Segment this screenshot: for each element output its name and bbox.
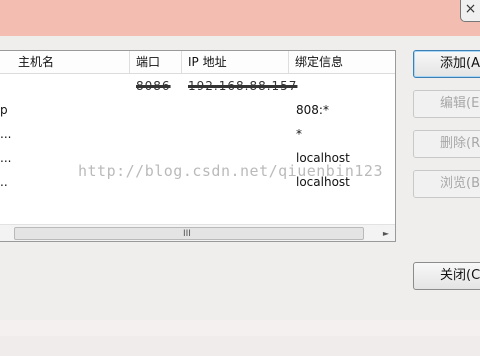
row-binding: 808:* (296, 103, 329, 117)
scroll-right-icon[interactable]: ► (380, 228, 392, 239)
watermark: http://blog.csdn.net/qiuenbin123 (78, 162, 383, 180)
scrollbar-thumb[interactable]: III (14, 227, 364, 240)
column-header-binding[interactable]: 绑定信息 (289, 51, 395, 73)
column-header-port[interactable]: 端口 (130, 51, 182, 73)
row-hostname: .. (0, 175, 8, 189)
close-icon[interactable]: × (460, 0, 480, 22)
row-hostname: ... (0, 151, 12, 165)
remove-button[interactable]: 删除(R) (413, 130, 480, 158)
browse-button[interactable]: 浏览(B) (413, 170, 480, 198)
row-hostname: p (0, 103, 8, 117)
list-header: 主机名 端口 IP 地址 绑定信息 (0, 51, 395, 74)
column-header-hostname[interactable]: 主机名 (12, 51, 130, 73)
row-ip: 192.168.88.157 (188, 79, 298, 93)
dialog-footer (0, 336, 480, 356)
table-row[interactable]: p 808:* (0, 98, 395, 122)
bindings-list[interactable]: 主机名 端口 IP 地址 绑定信息 8086 192.168.88.157 p … (0, 50, 396, 242)
horizontal-scrollbar[interactable]: III ► (0, 224, 395, 241)
table-row[interactable]: ... * (0, 122, 395, 146)
table-row[interactable]: 8086 192.168.88.157 (0, 74, 395, 98)
row-binding: * (296, 127, 302, 141)
close-button[interactable]: 关闭(C) (413, 262, 480, 290)
title-bar: × (0, 0, 480, 36)
grip-icon: III (183, 229, 191, 239)
edit-button[interactable]: 编辑(E) (413, 90, 480, 118)
add-button[interactable]: 添加(A) (413, 50, 480, 78)
row-hostname: ... (0, 127, 12, 141)
row-port: 8086 (136, 79, 171, 93)
column-header-ip[interactable]: IP 地址 (182, 51, 289, 73)
